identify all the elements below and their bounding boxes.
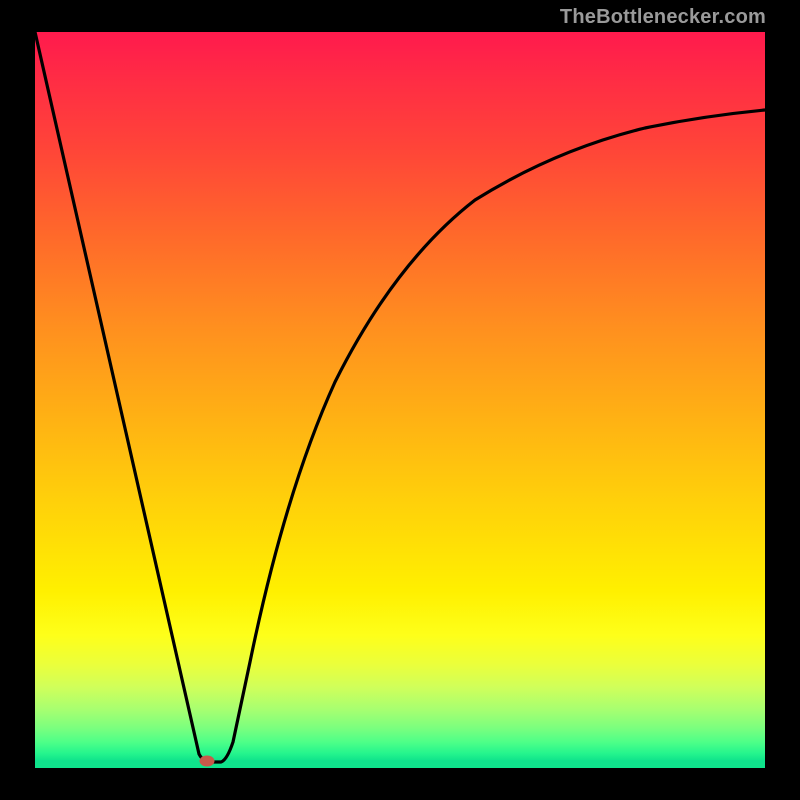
bottleneck-curve xyxy=(35,32,765,768)
watermark-text: TheBottlenecker.com xyxy=(560,6,766,29)
plot-area xyxy=(35,32,765,768)
chart-frame: TheBottlenecker.com xyxy=(0,0,800,800)
optimal-point-marker xyxy=(200,756,215,767)
curve-path xyxy=(35,32,765,762)
